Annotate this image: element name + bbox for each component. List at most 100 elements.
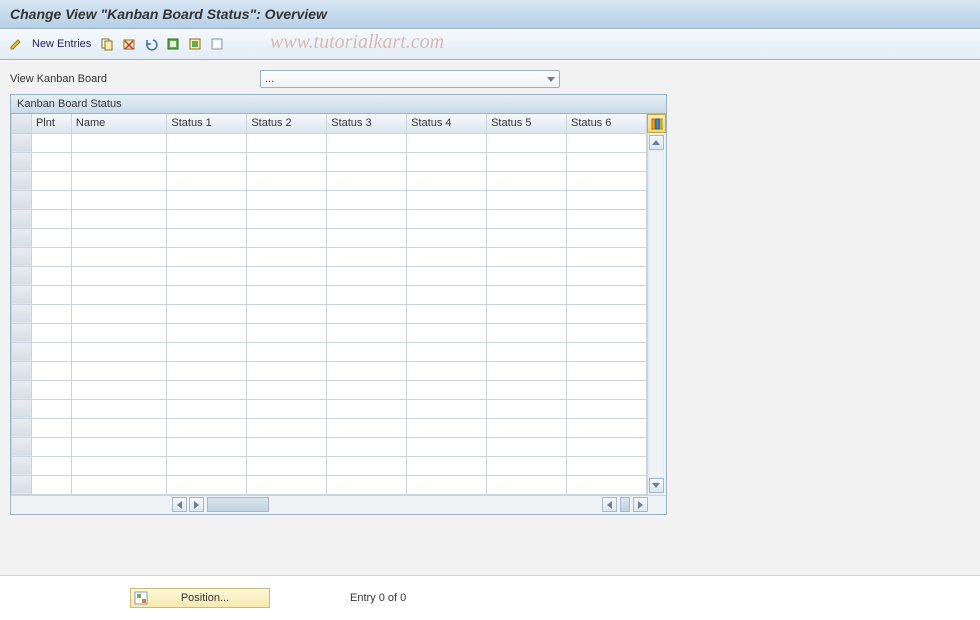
new-entries-button[interactable]: New Entries: [30, 38, 93, 50]
table-row[interactable]: [12, 456, 647, 475]
grid-cell[interactable]: [167, 228, 247, 247]
grid-cell[interactable]: [487, 171, 567, 190]
row-selector[interactable]: [12, 266, 32, 285]
grid-cell[interactable]: [327, 437, 407, 456]
grid-cell[interactable]: [487, 361, 567, 380]
grid-cell[interactable]: [247, 380, 327, 399]
grid-cell[interactable]: [31, 266, 71, 285]
horizontal-scrollbar[interactable]: [11, 495, 666, 514]
scroll-thumb[interactable]: [207, 497, 269, 512]
row-selector[interactable]: [12, 456, 32, 475]
row-selector[interactable]: [12, 361, 32, 380]
table-row[interactable]: [12, 361, 647, 380]
grid-cell[interactable]: [327, 361, 407, 380]
grid-cell[interactable]: [31, 418, 71, 437]
grid-cell[interactable]: [31, 171, 71, 190]
grid-cell[interactable]: [327, 133, 407, 152]
row-selector[interactable]: [12, 171, 32, 190]
grid-cell[interactable]: [71, 285, 166, 304]
grid-cell[interactable]: [31, 342, 71, 361]
grid-cell[interactable]: [327, 228, 407, 247]
grid-cell[interactable]: [71, 152, 166, 171]
delete-icon[interactable]: [121, 36, 137, 52]
grid-cell[interactable]: [247, 209, 327, 228]
grid-cell[interactable]: [487, 228, 567, 247]
grid-cell[interactable]: [567, 152, 647, 171]
row-selector[interactable]: [12, 418, 32, 437]
grid-cell[interactable]: [167, 152, 247, 171]
grid-cell[interactable]: [567, 247, 647, 266]
grid-cell[interactable]: [31, 190, 71, 209]
grid-cell[interactable]: [167, 418, 247, 437]
grid-cell[interactable]: [567, 228, 647, 247]
grid-cell[interactable]: [567, 380, 647, 399]
grid-cell[interactable]: [407, 304, 487, 323]
grid-cell[interactable]: [407, 456, 487, 475]
row-selector[interactable]: [12, 437, 32, 456]
grid-cell[interactable]: [407, 437, 487, 456]
grid-cell[interactable]: [487, 323, 567, 342]
grid-cell[interactable]: [327, 380, 407, 399]
grid-cell[interactable]: [167, 380, 247, 399]
grid-cell[interactable]: [71, 171, 166, 190]
grid-cell[interactable]: [487, 304, 567, 323]
vertical-scrollbar[interactable]: [647, 133, 664, 495]
row-selector[interactable]: [12, 228, 32, 247]
grid-cell[interactable]: [407, 209, 487, 228]
table-row[interactable]: [12, 418, 647, 437]
grid-cell[interactable]: [327, 209, 407, 228]
scroll-track[interactable]: [650, 152, 663, 476]
table-row[interactable]: [12, 342, 647, 361]
scroll-thumb-end[interactable]: [620, 497, 630, 512]
table-config-button[interactable]: [647, 114, 666, 133]
grid-cell[interactable]: [167, 475, 247, 494]
grid-cell[interactable]: [247, 361, 327, 380]
grid-cell[interactable]: [247, 304, 327, 323]
grid-cell[interactable]: [167, 437, 247, 456]
grid-cell[interactable]: [167, 133, 247, 152]
grid-cell[interactable]: [247, 323, 327, 342]
grid-cell[interactable]: [71, 247, 166, 266]
grid-cell[interactable]: [487, 285, 567, 304]
grid-cell[interactable]: [31, 475, 71, 494]
grid-cell[interactable]: [487, 247, 567, 266]
grid-cell[interactable]: [167, 209, 247, 228]
grid-cell[interactable]: [71, 418, 166, 437]
grid-cell[interactable]: [327, 171, 407, 190]
grid-cell[interactable]: [567, 361, 647, 380]
grid-cell[interactable]: [567, 418, 647, 437]
column-header[interactable]: Name: [71, 114, 166, 133]
scroll-left-end-button[interactable]: [602, 497, 617, 512]
grid-cell[interactable]: [167, 171, 247, 190]
column-header[interactable]: Status 1: [167, 114, 247, 133]
position-button[interactable]: Position...: [130, 588, 270, 608]
grid-cell[interactable]: [567, 399, 647, 418]
grid-cell[interactable]: [71, 399, 166, 418]
grid-cell[interactable]: [167, 399, 247, 418]
table-row[interactable]: [12, 190, 647, 209]
grid-cell[interactable]: [567, 209, 647, 228]
grid-cell[interactable]: [567, 171, 647, 190]
grid-cell[interactable]: [31, 380, 71, 399]
table-row[interactable]: [12, 399, 647, 418]
grid-cell[interactable]: [167, 342, 247, 361]
grid-cell[interactable]: [487, 475, 567, 494]
grid-cell[interactable]: [31, 437, 71, 456]
grid-cell[interactable]: [71, 304, 166, 323]
grid-cell[interactable]: [247, 437, 327, 456]
column-header[interactable]: Status 4: [407, 114, 487, 133]
grid-cell[interactable]: [567, 437, 647, 456]
grid-cell[interactable]: [247, 342, 327, 361]
grid-cell[interactable]: [407, 380, 487, 399]
table-row[interactable]: [12, 266, 647, 285]
grid-cell[interactable]: [407, 361, 487, 380]
table-row[interactable]: [12, 171, 647, 190]
grid-cell[interactable]: [567, 133, 647, 152]
undo-icon[interactable]: [143, 36, 159, 52]
grid-cell[interactable]: [327, 399, 407, 418]
grid-cell[interactable]: [247, 247, 327, 266]
row-selector-header[interactable]: [12, 114, 32, 133]
scroll-right-end-button[interactable]: [633, 497, 648, 512]
grid-cell[interactable]: [31, 285, 71, 304]
grid-cell[interactable]: [567, 323, 647, 342]
